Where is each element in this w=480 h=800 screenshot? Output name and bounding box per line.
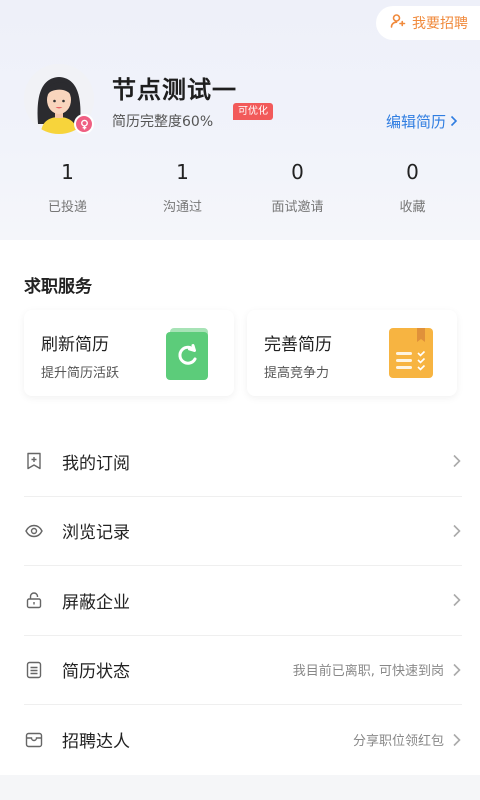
services-section-title: 求职服务 — [24, 277, 92, 297]
menu-item-recruiting-expert[interactable]: 招聘达人 分享职位领红包 — [24, 705, 462, 775]
user-name: 节点测试一 — [112, 76, 237, 104]
chevron-right-icon — [452, 524, 462, 538]
stat-applied[interactable]: 1 已投递 — [10, 160, 125, 215]
refresh-resume-card[interactable]: 刷新简历 提升简历活跃 — [24, 310, 234, 396]
stat-value: 0 — [291, 160, 304, 184]
bookmark-icon — [24, 451, 44, 471]
profile-header: 我要招聘 节点测试一 简历完整度60% 可优化 编辑简历 1 已投递 1 沟通过… — [0, 0, 480, 240]
stat-label: 沟通过 — [162, 200, 202, 215]
document-icon — [24, 660, 44, 680]
menu-label: 简历状态 — [62, 662, 130, 683]
menu-list: 我的订阅 浏览记录 屏蔽企业 简历状态 我目前已离职, 可快速到岗 招聘达人 分… — [0, 427, 480, 775]
stat-label: 收藏 — [399, 200, 426, 215]
resume-book-icon — [389, 328, 435, 380]
stat-value: 0 — [406, 160, 419, 184]
card-subtitle: 提高竞争力 — [264, 366, 330, 381]
menu-label: 浏览记录 — [62, 523, 130, 544]
menu-value: 分享职位领红包 — [352, 734, 444, 750]
stat-contacted[interactable]: 1 沟通过 — [125, 160, 240, 215]
lock-icon — [24, 590, 44, 610]
menu-item-subscriptions[interactable]: 我的订阅 — [24, 427, 462, 497]
card-subtitle: 提升简历活跃 — [41, 366, 120, 381]
chevron-right-icon — [452, 593, 462, 607]
stat-favorites[interactable]: 0 收藏 — [355, 160, 470, 215]
chevron-right-icon — [452, 663, 462, 677]
menu-item-browse-history[interactable]: 浏览记录 — [24, 497, 462, 566]
wallet-icon — [24, 730, 44, 750]
chevron-right-icon — [452, 454, 462, 468]
recruit-label: 我要招聘 — [412, 16, 468, 32]
card-title: 完善简历 — [264, 335, 332, 355]
menu-item-resume-status[interactable]: 简历状态 我目前已离职, 可快速到岗 — [24, 636, 462, 705]
stat-interview-invites[interactable]: 0 面试邀请 — [240, 160, 355, 215]
recruiter-person-icon — [390, 13, 406, 33]
stat-value: 1 — [176, 160, 189, 184]
eye-icon — [24, 521, 44, 541]
edit-resume-label: 编辑简历 — [385, 113, 446, 131]
menu-item-block-companies[interactable]: 屏蔽企业 — [24, 566, 462, 636]
edit-resume-link[interactable]: 编辑简历 — [386, 111, 458, 132]
recruit-button[interactable]: 我要招聘 — [376, 6, 480, 40]
chevron-right-icon — [452, 733, 462, 747]
optimize-badge: 可优化 — [233, 103, 273, 120]
improve-resume-card[interactable]: 完善简历 提高竞争力 — [247, 310, 457, 396]
stats-row: 1 已投递 1 沟通过 0 面试邀请 0 收藏 — [10, 160, 470, 215]
menu-label: 招聘达人 — [62, 732, 130, 753]
resume-completion: 简历完整度60% — [112, 114, 214, 130]
menu-label: 我的订阅 — [62, 453, 130, 474]
chevron-right-icon — [450, 113, 458, 131]
stat-label: 面试邀请 — [271, 200, 324, 215]
stat-value: 1 — [61, 160, 74, 184]
menu-value: 我目前已离职, 可快速到岗 — [292, 664, 444, 680]
female-icon — [74, 114, 94, 134]
refresh-icon — [166, 328, 212, 380]
stat-label: 已投递 — [47, 200, 87, 215]
card-title: 刷新简历 — [41, 335, 109, 355]
menu-label: 屏蔽企业 — [62, 592, 130, 613]
